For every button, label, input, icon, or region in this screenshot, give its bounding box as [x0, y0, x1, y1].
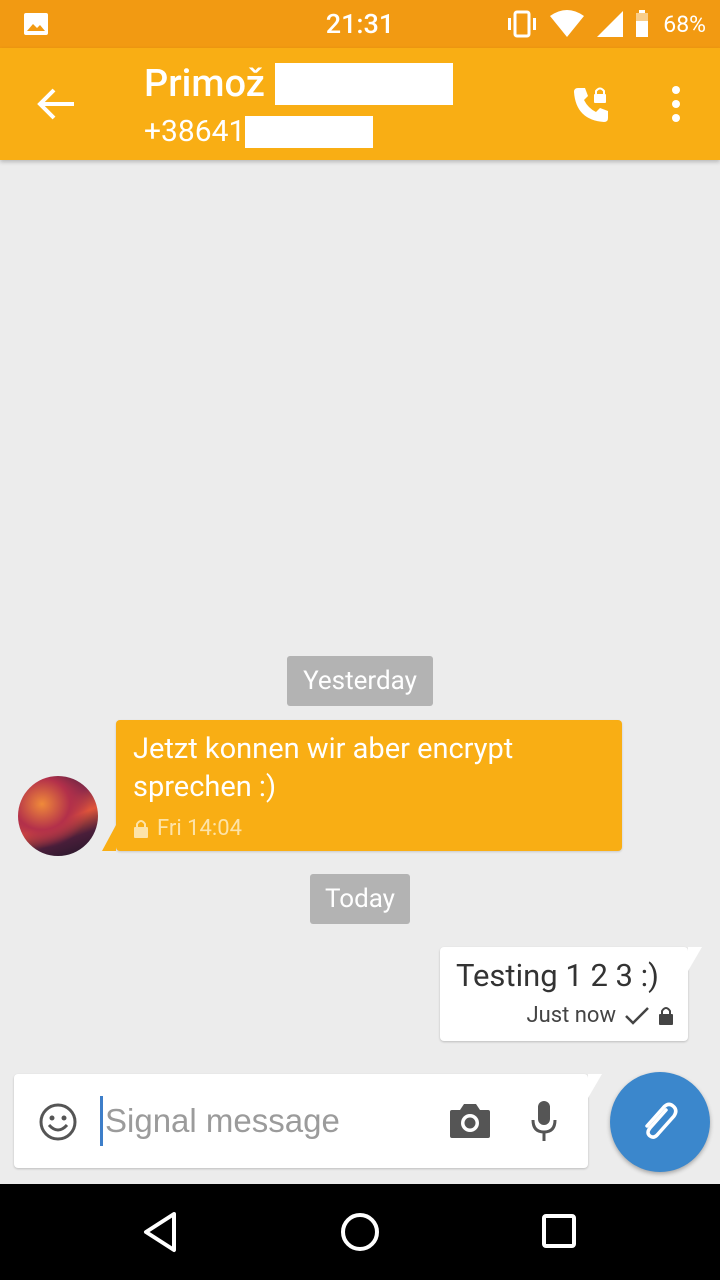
secure-call-icon[interactable]	[570, 82, 614, 126]
contact-number-text: +38641	[144, 114, 246, 149]
incoming-message-meta: Fri 14:04	[133, 816, 242, 841]
nav-back-icon[interactable]	[140, 1210, 180, 1254]
nav-home-icon[interactable]	[338, 1210, 382, 1254]
battery-icon	[636, 10, 649, 37]
vibrate-icon	[508, 10, 537, 38]
contact-name[interactable]: Primož	[144, 62, 453, 106]
camera-icon[interactable]	[448, 1102, 492, 1140]
outgoing-message-meta: Just now	[526, 1003, 674, 1028]
wifi-icon	[550, 10, 585, 37]
date-divider-yesterday: Yesterday	[287, 656, 433, 706]
lock-icon	[659, 1006, 673, 1025]
battery-percent: 68%	[663, 10, 706, 38]
redaction-box	[274, 63, 453, 105]
system-nav-bar	[0, 1184, 720, 1280]
contact-name-text: Primož	[144, 62, 265, 106]
lock-icon	[134, 819, 148, 838]
status-bar: 21:31 68%	[0, 0, 720, 48]
cell-signal-icon	[597, 11, 624, 37]
incoming-message-timestamp: Fri 14:04	[157, 816, 242, 841]
paperclip-icon	[645, 1102, 678, 1139]
outgoing-message-timestamp: Just now	[526, 1003, 616, 1028]
message-input[interactable]	[100, 1096, 425, 1146]
microphone-icon[interactable]	[530, 1100, 558, 1142]
contact-avatar[interactable]	[18, 776, 98, 856]
emoji-icon[interactable]	[38, 1102, 78, 1142]
outgoing-message-text: Testing 1 2 3 :)	[456, 957, 659, 994]
outgoing-message-bubble[interactable]: Testing 1 2 3 :) Just now	[440, 947, 702, 1041]
message-composer	[14, 1074, 602, 1168]
incoming-message-text: Jetzt konnen wir aber encrypt sprechen :…	[133, 732, 514, 804]
nav-recent-apps-icon[interactable]	[540, 1212, 580, 1252]
incoming-message-bubble[interactable]: Jetzt konnen wir aber encrypt sprechen :…	[102, 720, 622, 851]
contact-number: +38641	[144, 114, 374, 149]
date-divider-today: Today	[310, 874, 410, 924]
redaction-box	[245, 115, 374, 148]
overflow-menu-icon[interactable]	[664, 84, 688, 124]
app-bar: Primož +38641	[0, 48, 720, 160]
back-arrow-icon[interactable]	[36, 86, 76, 122]
attach-button[interactable]	[610, 1072, 710, 1172]
delivered-check-icon	[625, 1006, 649, 1025]
